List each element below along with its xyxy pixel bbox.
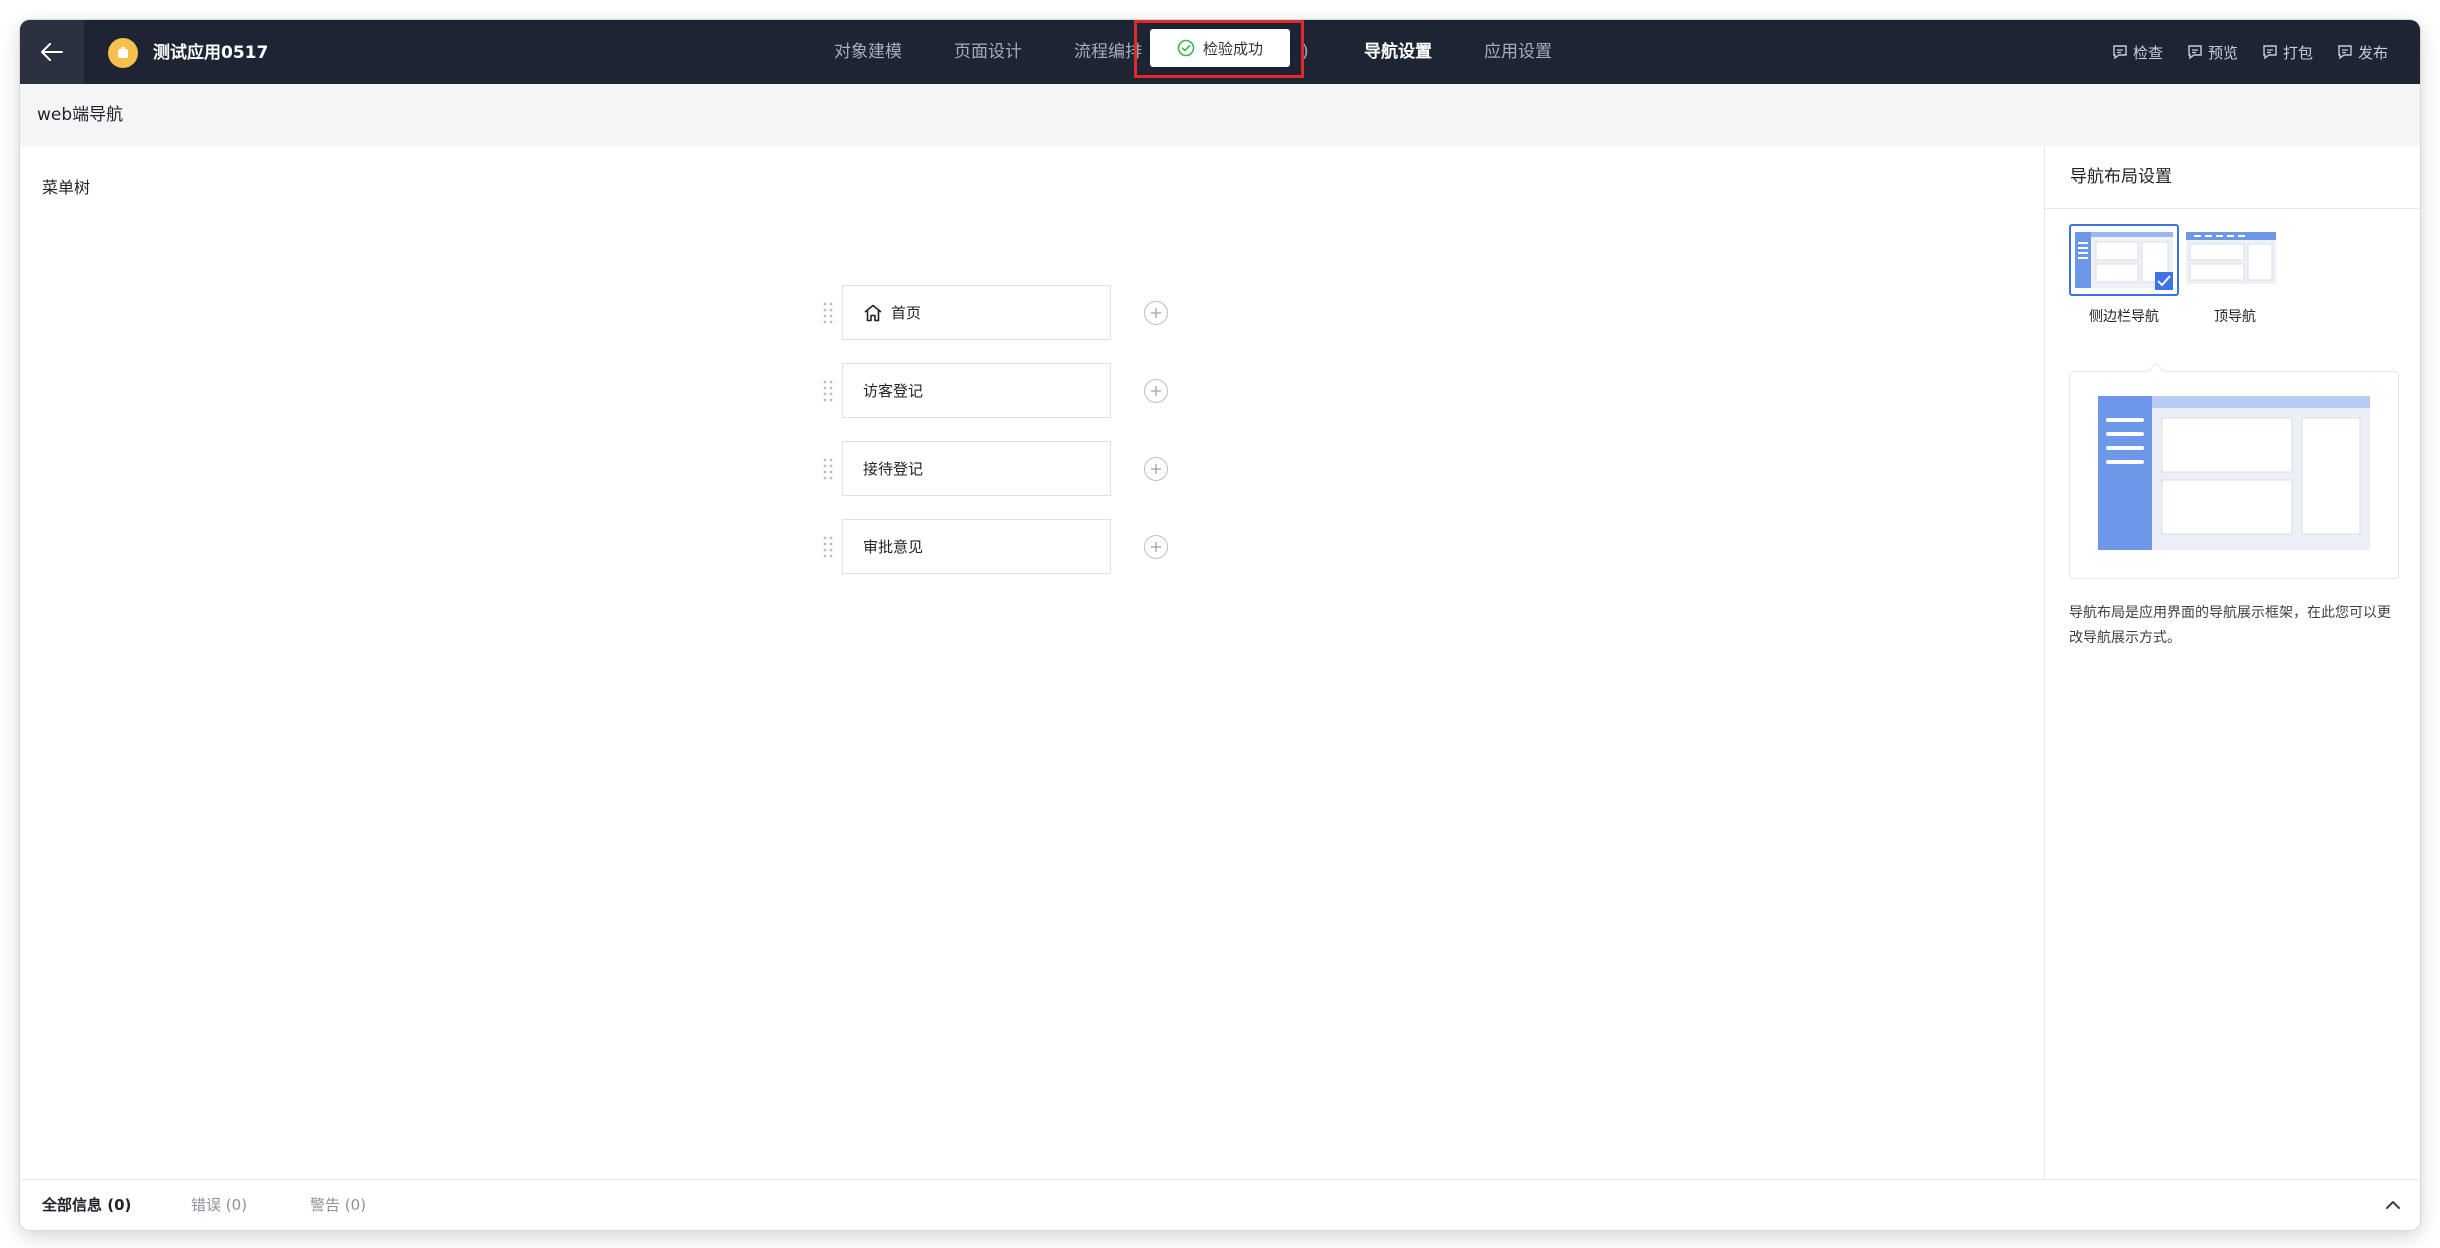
menu-item-home[interactable]: 首页 — [842, 285, 1111, 340]
top-navigation-bar: 测试应用0517 对象建模 页面设计 流程编排 ) 导航设置 应用设置 检查 预… — [20, 20, 2420, 84]
menu-item-label: 审批意见 — [863, 538, 924, 556]
menu-row: 接待登记 — [822, 441, 1172, 496]
check-doc-icon — [2113, 45, 2127, 60]
tab-object-modeling[interactable]: 对象建模 — [834, 20, 902, 84]
tab-app-settings[interactable]: 应用设置 — [1484, 20, 1552, 84]
tab-navigation-settings[interactable]: 导航设置 — [1364, 20, 1432, 84]
footer-tab-count: (0) — [344, 1196, 367, 1214]
publish-button-label: 发布 — [2358, 43, 2389, 62]
layout-option-label: 侧边栏导航 — [2089, 309, 2159, 325]
preview-doc-icon — [2188, 45, 2202, 60]
footer-tab-label: 全部信息 — [42, 1196, 103, 1214]
plus-icon — [1151, 542, 1161, 552]
menu-item-label: 接待登记 — [863, 460, 924, 478]
plus-icon — [1151, 308, 1161, 318]
footer-tab-warnings[interactable]: 警告 (0) — [310, 1180, 366, 1230]
layout-option-label: 顶导航 — [2214, 309, 2256, 325]
drag-handle-icon[interactable] — [822, 456, 834, 480]
menu-row: 审批意见 — [822, 519, 1172, 574]
app-window: 测试应用0517 对象建模 页面设计 流程编排 ) 导航设置 应用设置 检查 预… — [20, 20, 2420, 1230]
check-button[interactable]: 检查 — [2112, 40, 2163, 64]
tab-process-orchestration[interactable]: 流程编排 — [1074, 20, 1142, 84]
footer-tab-all[interactable]: 全部信息 (0) — [42, 1180, 131, 1230]
menu-tree-label: 菜单树 — [42, 178, 91, 197]
sidebar-layout-thumbnail — [2069, 224, 2179, 296]
success-toast: 检验成功 — [1150, 29, 1290, 67]
menu-item-label: 首页 — [891, 304, 922, 322]
package-button-label: 打包 — [2283, 43, 2314, 62]
plus-icon — [1151, 386, 1161, 396]
chevron-up-icon[interactable] — [2382, 1194, 2404, 1216]
app-title: 测试应用0517 — [153, 43, 269, 63]
check-button-label: 检查 — [2133, 43, 2164, 62]
menu-row: 访客登记 — [822, 363, 1172, 418]
plus-icon — [1151, 464, 1161, 474]
publish-button[interactable]: 发布 — [2337, 40, 2388, 64]
preview-button[interactable]: 预览 — [2187, 40, 2238, 64]
menu-tree-canvas: 菜单树 首页 访客登记 接待登记 审批意见 — [27, 146, 2043, 1179]
layout-option-top[interactable]: 顶导航 — [2180, 224, 2290, 326]
menu-item-reception-registration[interactable]: 接待登记 — [842, 441, 1111, 496]
drag-handle-icon[interactable] — [822, 534, 834, 558]
add-submenu-button[interactable] — [1144, 535, 1168, 559]
check-circle-icon — [1177, 39, 1195, 57]
add-submenu-button[interactable] — [1144, 301, 1168, 325]
toast-message: 检验成功 — [1202, 39, 1263, 58]
add-submenu-button[interactable] — [1144, 457, 1168, 481]
package-doc-icon — [2263, 45, 2277, 60]
add-submenu-button[interactable] — [1144, 379, 1168, 403]
package-button[interactable]: 打包 — [2262, 40, 2313, 64]
footer-tab-label: 警告 — [310, 1196, 341, 1214]
footer-tab-count: (0) — [225, 1196, 248, 1214]
layout-preview-illustration — [2098, 396, 2370, 550]
drag-handle-icon[interactable] — [822, 300, 834, 324]
sub-header: web端导航 — [20, 84, 2420, 146]
menu-row: 首页 — [822, 285, 1172, 340]
app-logo-icon — [108, 38, 138, 68]
drag-handle-icon[interactable] — [822, 378, 834, 402]
layout-settings-panel: 导航布局设置 侧边栏导航 顶导航 导航布局是应用界面的导航展示框架，在此您可以更… — [2044, 146, 2420, 1179]
preview-button-label: 预览 — [2208, 43, 2239, 62]
top-layout-thumbnail — [2180, 224, 2290, 296]
menu-item-visitor-registration[interactable]: 访客登记 — [842, 363, 1111, 418]
layout-description: 导航布局是应用界面的导航展示框架，在此您可以更改导航展示方式。 — [2069, 605, 2391, 646]
back-button[interactable] — [20, 20, 84, 84]
layout-option-sidebar[interactable]: 侧边栏导航 — [2069, 224, 2179, 326]
footer-tab-errors[interactable]: 错误 (0) — [191, 1180, 247, 1230]
arrow-left-icon — [41, 43, 63, 61]
layout-preview — [2069, 362, 2399, 579]
footer-message-bar: 全部信息 (0) 错误 (0) 警告 (0) — [20, 1179, 2420, 1230]
panel-title: 导航布局设置 — [2070, 167, 2172, 187]
home-icon — [864, 304, 882, 321]
page-title: web端导航 — [37, 105, 124, 125]
menu-item-approval-opinion[interactable]: 审批意见 — [842, 519, 1111, 574]
publish-doc-icon — [2338, 45, 2352, 60]
tab-page-design[interactable]: 页面设计 — [954, 20, 1022, 84]
panel-divider — [2045, 208, 2420, 209]
footer-tab-count: (0) — [107, 1196, 132, 1214]
menu-item-label: 访客登记 — [863, 382, 924, 400]
footer-tab-label: 错误 — [191, 1196, 222, 1214]
